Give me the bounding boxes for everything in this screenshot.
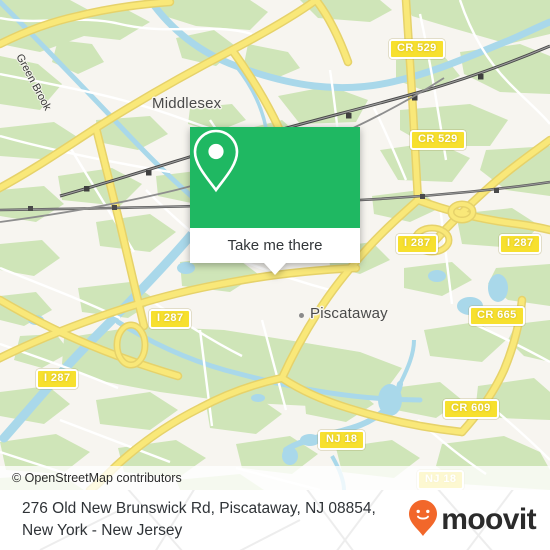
road-shield-nj-18-west[interactable]: NJ 18 (318, 430, 366, 450)
road-shield-cr-609[interactable]: CR 609 (443, 399, 499, 419)
moovit-logo[interactable]: moovit (408, 499, 537, 542)
road-shield-i-287-west-2[interactable]: I 287 (36, 369, 79, 389)
address-line-2: New York - New Jersey (22, 522, 183, 539)
moovit-pin-icon (408, 499, 438, 542)
road-shield-cr-665[interactable]: CR 665 (469, 306, 525, 326)
road-shield-cr-529-north[interactable]: CR 529 (389, 39, 445, 59)
footer-bar: 276 Old New Brunswick Rd, Piscataway, NJ… (0, 490, 550, 550)
place-dot-piscataway (299, 313, 304, 318)
take-me-there-button[interactable]: Take me there (227, 237, 322, 254)
place-label-piscataway: Piscataway (310, 305, 388, 322)
road-shield-i-287-east-1[interactable]: I 287 (396, 234, 439, 254)
road-shield-i-287-west-1[interactable]: I 287 (149, 309, 192, 329)
road-shield-i-287-east-2[interactable]: I 287 (499, 234, 542, 254)
moovit-map-screenshot: Middlesex Piscataway Green Brook CR 529 … (0, 0, 550, 550)
location-popup-card[interactable]: Take me there (190, 127, 360, 275)
address-text: 276 Old New Brunswick Rd, Piscataway, NJ… (22, 498, 376, 542)
moovit-wordmark: moovit (441, 503, 536, 536)
map-canvas[interactable]: Middlesex Piscataway Green Brook CR 529 … (0, 0, 550, 490)
popup-footer[interactable]: Take me there (190, 228, 360, 275)
popup-tail-pointer (264, 263, 286, 275)
address-line-1: 276 Old New Brunswick Rd, Piscataway, NJ… (22, 500, 376, 517)
osm-attribution[interactable]: © OpenStreetMap contributors (0, 466, 550, 490)
popup-header (190, 127, 360, 228)
road-shield-cr-529-mid[interactable]: CR 529 (410, 130, 466, 150)
place-label-middlesex: Middlesex (152, 95, 222, 112)
